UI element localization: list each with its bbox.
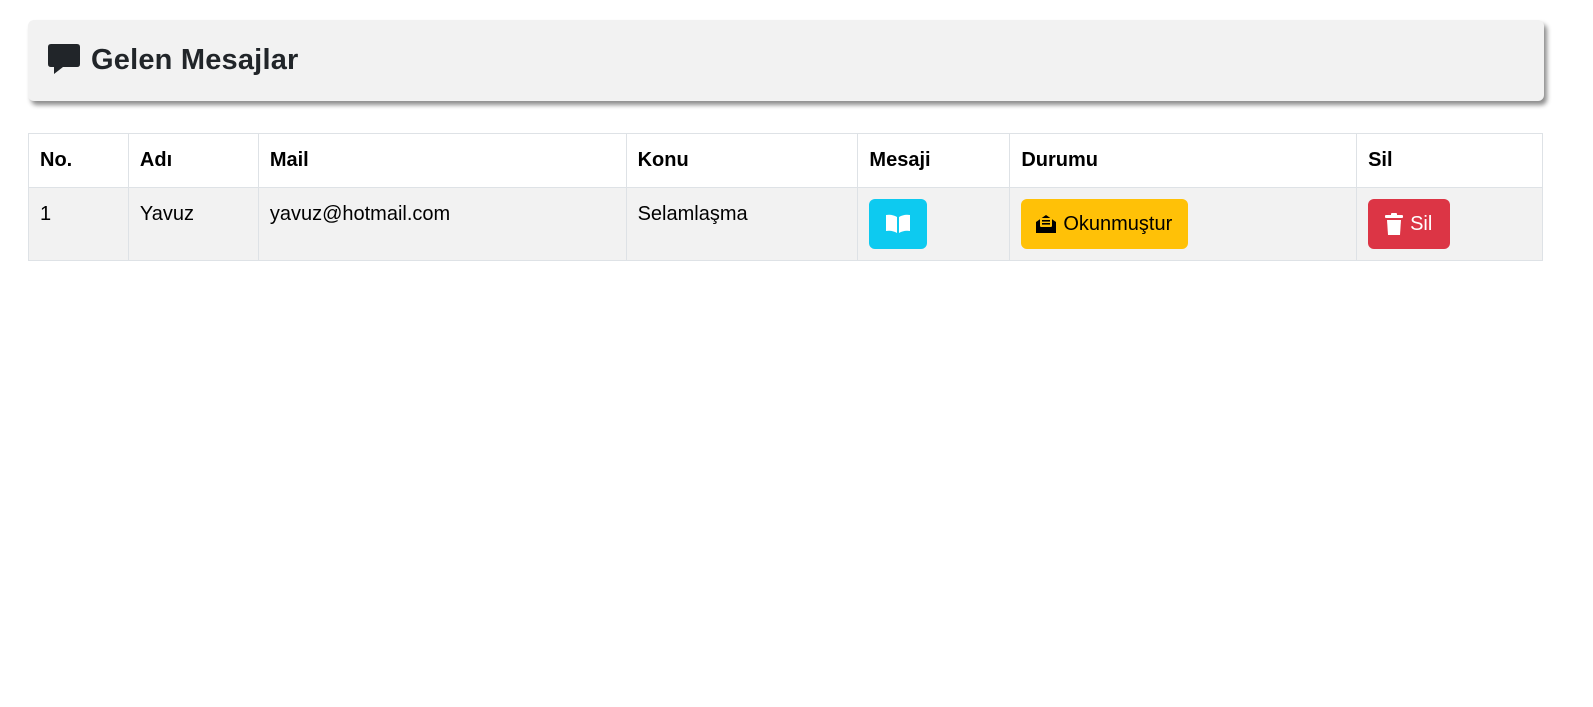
page-title: Gelen Mesajlar (91, 44, 299, 76)
column-header-name: Adı (127, 133, 259, 188)
status-read-label: Okunmuştur (1063, 212, 1173, 235)
cell-mail: yavuz@hotmail.com (257, 187, 627, 261)
delete-label: Sil (1410, 212, 1433, 235)
status-read-button[interactable]: Okunmuştur (1021, 199, 1189, 249)
cell-name: Yavuz (127, 187, 259, 261)
column-header-message: Mesaji (857, 133, 1011, 188)
delete-button[interactable]: Sil (1368, 199, 1451, 249)
trash-icon (1384, 213, 1404, 235)
envelope-open-text-icon (1035, 213, 1057, 235)
page: Gelen Mesajlar No. Adı Mail Konu Mesaji … (0, 0, 1593, 707)
column-header-delete: Sil (1356, 133, 1543, 188)
column-header-subject: Konu (625, 133, 859, 188)
open-book-icon (885, 214, 911, 234)
table-header-row: No. Adı Mail Konu Mesaji Durumu Sil (28, 133, 1543, 188)
chat-bubble-icon (47, 42, 81, 76)
cell-status: Okunmuştur (1009, 187, 1358, 261)
read-message-button[interactable] (869, 199, 928, 249)
cell-subject: Selamlaşma (625, 187, 859, 261)
column-header-mail: Mail (257, 133, 627, 188)
cell-no: 1 (28, 187, 129, 261)
cell-message (857, 187, 1011, 261)
messages-table: No. Adı Mail Konu Mesaji Durumu Sil 1 Ya… (28, 133, 1543, 261)
cell-delete: Sil (1356, 187, 1543, 261)
page-header-card: Gelen Mesajlar (28, 20, 1544, 101)
column-header-status: Durumu (1009, 133, 1358, 188)
table-row: 1 Yavuz yavuz@hotmail.com Selamlaşma Oku… (28, 187, 1543, 261)
column-header-no: No. (28, 133, 129, 188)
